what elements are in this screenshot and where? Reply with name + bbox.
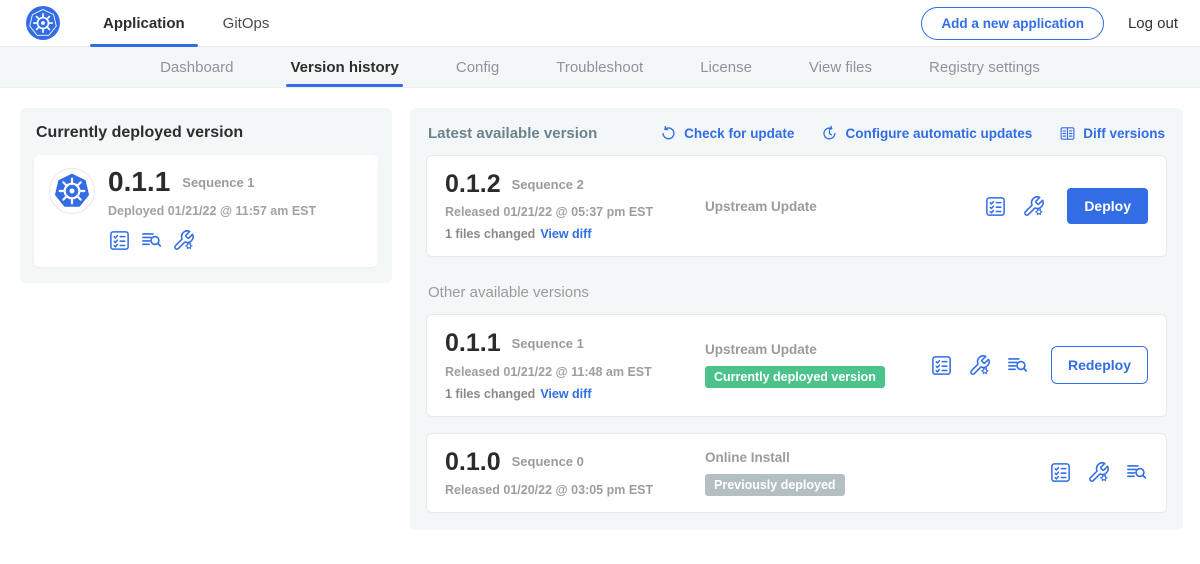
tab-dashboard[interactable]: Dashboard <box>160 47 233 87</box>
status-badge: Previously deployed <box>705 474 845 496</box>
version-source-label: Upstream Update <box>705 199 974 214</box>
logs-icon[interactable] <box>140 229 163 252</box>
action-label: Check for update <box>684 126 794 141</box>
checklist-icon[interactable] <box>984 195 1007 218</box>
files-changed-row: 1 files changed View diff <box>445 227 705 241</box>
version-card-middle: Online Install Previously deployed <box>705 450 1049 496</box>
tab-config[interactable]: Config <box>456 47 499 87</box>
deployed-card-icons <box>108 229 316 252</box>
version-number: 0.1.1 <box>445 330 501 356</box>
version-card: 0.1.1 Sequence 1 Released 01/21/22 @ 11:… <box>426 314 1167 416</box>
currently-deployed-panel: Currently deployed version 0.1.1 Sequenc… <box>20 108 392 283</box>
deployed-version-number: 0.1.1 <box>108 168 170 196</box>
currently-deployed-title: Currently deployed version <box>36 124 376 142</box>
logs-icon[interactable] <box>1125 461 1148 484</box>
files-changed-label: 1 files changed <box>445 387 535 401</box>
version-card-left: 0.1.2 Sequence 2 Released 01/21/22 @ 05:… <box>445 171 705 241</box>
version-card: 0.1.0 Sequence 0 Released 01/20/22 @ 03:… <box>426 433 1167 513</box>
check-for-update-link[interactable]: Check for update <box>660 125 794 142</box>
wrench-gear-icon[interactable] <box>1022 195 1045 218</box>
version-card-icons <box>984 195 1045 218</box>
diff-icon <box>1059 125 1076 142</box>
version-card-right <box>1049 461 1148 484</box>
version-number: 0.1.0 <box>445 449 501 475</box>
version-card-middle: Upstream Update Currently deployed versi… <box>705 342 930 388</box>
released-timestamp: Released 01/20/22 @ 03:05 pm EST <box>445 483 705 497</box>
tab-license[interactable]: License <box>700 47 752 87</box>
wrench-gear-icon[interactable] <box>1087 461 1110 484</box>
refresh-icon <box>660 125 677 142</box>
nav-tab-gitops[interactable]: GitOps <box>204 0 289 46</box>
available-versions-panel: Latest available version Check for updat… <box>410 108 1183 530</box>
kubernetes-logo <box>26 6 60 40</box>
app-sub-nav: Dashboard Version history Config Troublesho… <box>0 47 1200 88</box>
version-actions: Check for update Configure automatic upda… <box>660 125 1165 142</box>
files-changed-row: 1 files changed View diff <box>445 387 705 401</box>
auto-update-icon <box>821 125 838 142</box>
configure-automatic-updates-link[interactable]: Configure automatic updates <box>821 125 1032 142</box>
released-timestamp: Released 01/21/22 @ 11:48 am EST <box>445 365 705 379</box>
action-label: Diff versions <box>1083 126 1165 141</box>
released-timestamp: Released 01/21/22 @ 05:37 pm EST <box>445 205 705 219</box>
main-content: Currently deployed version 0.1.1 Sequenc… <box>0 88 1200 530</box>
checklist-icon[interactable] <box>1049 461 1072 484</box>
view-diff-link[interactable]: View diff <box>540 227 591 241</box>
sequence-label: Sequence 0 <box>512 454 584 469</box>
deploy-button[interactable]: Deploy <box>1067 188 1148 224</box>
version-card-icons <box>930 354 1029 377</box>
latest-available-title: Latest available version <box>428 125 597 142</box>
version-card: 0.1.2 Sequence 2 Released 01/21/22 @ 05:… <box>426 155 1167 257</box>
version-source-label: Online Install <box>705 450 1039 465</box>
diff-versions-link[interactable]: Diff versions <box>1059 125 1165 142</box>
view-diff-link[interactable]: View diff <box>540 387 591 401</box>
version-card-middle: Upstream Update <box>705 199 984 214</box>
checklist-icon[interactable] <box>930 354 953 377</box>
tab-view-files[interactable]: View files <box>809 47 872 87</box>
wrench-gear-icon[interactable] <box>172 229 195 252</box>
deployed-timestamp: Deployed 01/21/22 @ 11:57 am EST <box>108 204 316 218</box>
nav-tab-application[interactable]: Application <box>84 0 204 46</box>
log-out-button[interactable]: Log out <box>1128 15 1184 32</box>
logs-icon[interactable] <box>1006 354 1029 377</box>
files-changed-label: 1 files changed <box>445 227 535 241</box>
other-available-title: Other available versions <box>428 284 1165 301</box>
latest-version-slot: 0.1.2 Sequence 2 Released 01/21/22 @ 05:… <box>426 155 1167 257</box>
tab-version-history[interactable]: Version history <box>290 47 398 87</box>
currently-deployed-card: 0.1.1 Sequence 1 Deployed 01/21/22 @ 11:… <box>34 155 378 267</box>
redeploy-button[interactable]: Redeploy <box>1051 346 1148 384</box>
version-source-label: Upstream Update <box>705 342 920 357</box>
app-kubernetes-logo <box>49 168 95 214</box>
checklist-icon[interactable] <box>108 229 131 252</box>
other-versions-slot: 0.1.1 Sequence 1 Released 01/21/22 @ 11:… <box>426 314 1167 513</box>
top-nav: ApplicationGitOps Add a new application … <box>0 0 1200 47</box>
top-nav-tabs: ApplicationGitOps <box>84 0 288 46</box>
version-card-right: Deploy <box>984 188 1148 224</box>
tab-registry-settings[interactable]: Registry settings <box>929 47 1040 87</box>
tab-troubleshoot[interactable]: Troubleshoot <box>556 47 643 87</box>
status-badge: Currently deployed version <box>705 366 885 388</box>
add-a-new-application-button[interactable]: Add a new application <box>921 7 1104 40</box>
sequence-label: Sequence 1 <box>512 336 584 351</box>
version-card-left: 0.1.1 Sequence 1 Released 01/21/22 @ 11:… <box>445 330 705 400</box>
sequence-label: Sequence 2 <box>512 177 584 192</box>
version-card-icons <box>1049 461 1148 484</box>
version-card-left: 0.1.0 Sequence 0 Released 01/20/22 @ 03:… <box>445 449 705 497</box>
version-number: 0.1.2 <box>445 171 501 197</box>
version-card-right: Redeploy <box>930 346 1148 384</box>
deployed-card-body: 0.1.1 Sequence 1 Deployed 01/21/22 @ 11:… <box>108 168 316 252</box>
top-nav-right: Add a new application Log out <box>921 7 1184 40</box>
action-label: Configure automatic updates <box>845 126 1032 141</box>
deployed-sequence-label: Sequence 1 <box>182 175 254 190</box>
wrench-gear-icon[interactable] <box>968 354 991 377</box>
